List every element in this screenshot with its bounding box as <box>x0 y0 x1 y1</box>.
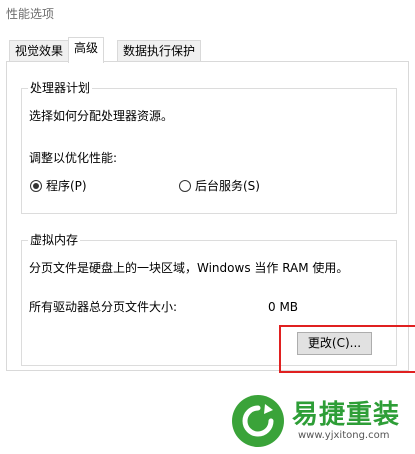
background-services-radio-label[interactable]: 后台服务(S) <box>195 178 260 194</box>
processor-description: 选择如何分配处理器资源。 <box>29 109 174 123</box>
virtual-memory-description: 分页文件是硬盘上的一块区域，Windows 当作 RAM 使用。 <box>29 261 349 275</box>
radio-selected-dot <box>33 183 39 189</box>
processor-scheduling-title: 处理器计划 <box>28 81 93 95</box>
background-services-radio[interactable] <box>179 180 191 192</box>
highlight-annotation-box <box>279 325 415 373</box>
watermark-url: www.yjxitong.com <box>298 430 390 441</box>
watermark-brand: 易捷重装 <box>292 400 401 430</box>
watermark-logo: 易捷重装 www.yjxitong.com <box>222 388 415 454</box>
tab-advanced[interactable]: 高级 <box>68 37 105 63</box>
total-paging-label: 所有驱动器总分页文件大小: <box>29 300 178 314</box>
window-title-bar: 性能选项 <box>0 0 415 28</box>
programs-radio-label[interactable]: 程序(P) <box>46 178 87 194</box>
virtual-memory-title: 虚拟内存 <box>28 233 81 247</box>
tab-dep[interactable]: 数据执行保护 <box>117 40 202 62</box>
tab-visual-effects[interactable]: 视觉效果 <box>9 40 70 62</box>
programs-radio[interactable] <box>30 180 42 192</box>
optimize-label: 调整以优化性能: <box>29 151 118 165</box>
total-paging-value: 0 MB <box>268 300 299 314</box>
refresh-icon <box>232 395 284 447</box>
processor-scheduling-group: 处理器计划 选择如何分配处理器资源。 调整以优化性能: 程序(P) 后台服务(S… <box>21 81 397 214</box>
window-title: 性能选项 <box>6 7 55 21</box>
